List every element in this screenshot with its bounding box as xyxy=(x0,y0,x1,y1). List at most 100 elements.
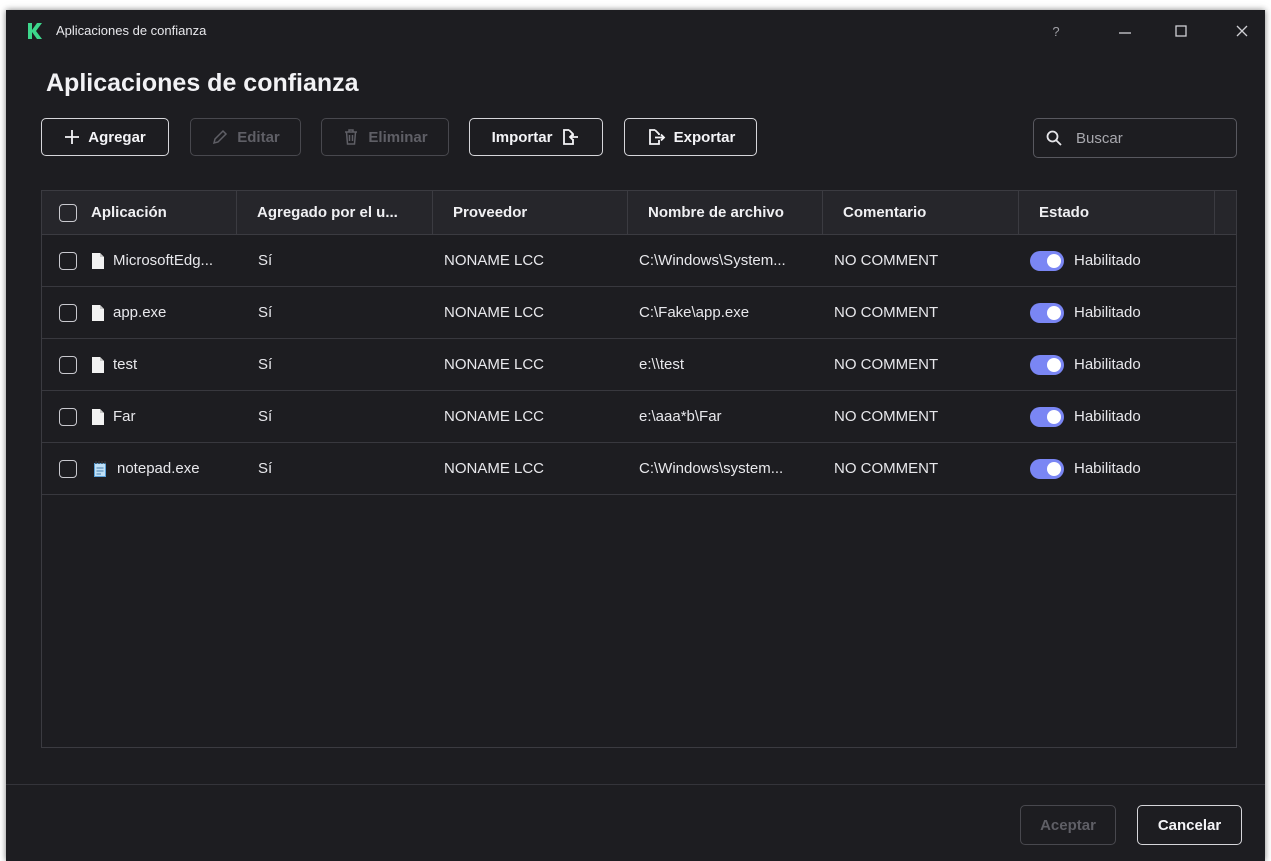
column-header-label: Agregado por el u... xyxy=(257,204,398,221)
status-label: Habilitado xyxy=(1074,252,1141,269)
column-header-comment[interactable]: Comentario xyxy=(823,191,1019,234)
added-by-user-cell: Sí xyxy=(258,356,273,373)
maximize-icon xyxy=(1175,25,1187,37)
added-by-user-cell: Sí xyxy=(258,408,273,425)
page-title: Aplicaciones de confianza xyxy=(46,69,359,97)
table-header: Aplicación Agregado por el u... Proveedo… xyxy=(42,191,1236,235)
application-cell: MicrosoftEdg... xyxy=(59,235,235,286)
apps-table: Aplicación Agregado por el u... Proveedo… xyxy=(41,190,1237,748)
title-bar: Aplicaciones de confianza ? xyxy=(6,10,1265,52)
status-cell: Habilitado xyxy=(1030,339,1210,390)
minimize-button[interactable] xyxy=(1110,18,1140,44)
status-cell: Habilitado xyxy=(1030,235,1210,286)
application-name: Far xyxy=(113,408,136,425)
maximize-button[interactable] xyxy=(1166,18,1196,44)
row-checkbox[interactable] xyxy=(59,459,77,478)
delete-button-label: Eliminar xyxy=(368,128,428,146)
file-icon xyxy=(92,304,104,321)
delete-button[interactable]: Eliminar xyxy=(321,118,449,156)
table-row[interactable]: Far Sí NONAME LCC e:\aaa*b\Far NO COMMEN… xyxy=(42,391,1236,443)
help-button[interactable]: ? xyxy=(1041,18,1071,44)
notepad-icon xyxy=(94,460,106,477)
application-cell: app.exe xyxy=(59,287,235,338)
table-row[interactable]: test Sí NONAME LCC e:\\test NO COMMENT H… xyxy=(42,339,1236,391)
table-row[interactable]: app.exe Sí NONAME LCC C:\Fake\app.exe NO… xyxy=(42,287,1236,339)
column-header-application[interactable]: Aplicación xyxy=(42,191,237,234)
edit-button-label: Editar xyxy=(237,128,280,146)
file-name-cell: C:\Windows\System... xyxy=(639,252,786,269)
status-label: Habilitado xyxy=(1074,460,1141,477)
status-toggle[interactable] xyxy=(1030,302,1064,323)
column-header-label: Nombre de archivo xyxy=(648,204,784,221)
status-label: Habilitado xyxy=(1074,408,1141,425)
vendor-cell: NONAME LCC xyxy=(444,460,545,477)
application-cell: notepad.exe xyxy=(59,443,235,494)
column-header-vendor[interactable]: Proveedor xyxy=(433,191,628,234)
application-name: notepad.exe xyxy=(117,460,200,477)
cancel-button[interactable]: Cancelar xyxy=(1137,805,1242,845)
select-all-checkbox[interactable] xyxy=(59,203,77,222)
comment-cell: NO COMMENT xyxy=(834,356,939,373)
status-toggle[interactable] xyxy=(1030,458,1064,479)
file-name-cell: e:\\test xyxy=(639,356,685,373)
accept-button[interactable]: Aceptar xyxy=(1020,805,1116,845)
vendor-cell: NONAME LCC xyxy=(444,252,545,269)
file-name-cell: e:\aaa*b\Far xyxy=(639,408,722,425)
vendor-cell: NONAME LCC xyxy=(444,356,545,373)
added-by-user-cell: Sí xyxy=(258,460,273,477)
trusted-apps-window: Aplicaciones de confianza ? Aplicaciones… xyxy=(6,10,1265,861)
row-checkbox[interactable] xyxy=(59,303,77,322)
status-cell: Habilitado xyxy=(1030,287,1210,338)
column-header-label: Aplicación xyxy=(91,204,167,221)
status-toggle[interactable] xyxy=(1030,406,1064,427)
search-box[interactable] xyxy=(1033,118,1237,158)
row-checkbox[interactable] xyxy=(59,355,77,374)
application-name: test xyxy=(113,356,138,373)
close-icon xyxy=(1236,25,1248,37)
comment-cell: NO COMMENT xyxy=(834,252,939,269)
status-cell: Habilitado xyxy=(1030,443,1210,494)
column-header-label: Estado xyxy=(1039,204,1090,221)
status-label: Habilitado xyxy=(1074,304,1141,321)
file-name-cell: C:\Windows\system... xyxy=(639,460,784,477)
file-icon xyxy=(92,252,104,269)
search-input[interactable] xyxy=(1074,128,1218,148)
table-row[interactable]: MicrosoftEdg... Sí NONAME LCC C:\Windows… xyxy=(42,235,1236,287)
comment-cell: NO COMMENT xyxy=(834,304,939,321)
status-toggle[interactable] xyxy=(1030,250,1064,271)
table-row[interactable]: notepad.exe Sí NONAME LCC C:\Windows\sys… xyxy=(42,443,1236,495)
status-toggle[interactable] xyxy=(1030,354,1064,375)
trash-icon xyxy=(345,129,358,145)
vendor-cell: NONAME LCC xyxy=(444,408,545,425)
comment-cell: NO COMMENT xyxy=(834,408,939,425)
plus-icon xyxy=(65,130,80,144)
column-header-label: Proveedor xyxy=(453,204,528,221)
added-by-user-cell: Sí xyxy=(258,252,273,269)
edit-button[interactable]: Editar xyxy=(190,118,301,156)
added-by-user-cell: Sí xyxy=(258,304,273,321)
footer-divider xyxy=(6,784,1265,785)
application-name: app.exe xyxy=(113,304,167,321)
export-button[interactable]: Exportar xyxy=(624,118,757,156)
column-header-added-by-user[interactable]: Agregado por el u... xyxy=(237,191,433,234)
status-cell: Habilitado xyxy=(1030,391,1210,442)
add-button-label: Agregar xyxy=(88,128,146,146)
close-button[interactable] xyxy=(1227,18,1257,44)
row-checkbox[interactable] xyxy=(59,407,77,426)
add-button[interactable]: Agregar xyxy=(41,118,169,156)
minimize-icon xyxy=(1119,32,1131,34)
export-button-label: Exportar xyxy=(673,128,736,146)
column-header-status[interactable]: Estado xyxy=(1019,191,1215,234)
column-header-file-name[interactable]: Nombre de archivo xyxy=(628,191,823,234)
application-cell: test xyxy=(59,339,235,390)
column-header-label: Comentario xyxy=(843,204,927,221)
status-label: Habilitado xyxy=(1074,356,1141,373)
application-cell: Far xyxy=(59,391,235,442)
export-icon xyxy=(648,129,665,145)
window-title: Aplicaciones de confianza xyxy=(56,23,207,38)
import-button-label: Importar xyxy=(491,128,553,146)
file-icon xyxy=(92,356,104,373)
row-checkbox[interactable] xyxy=(59,251,77,270)
import-button[interactable]: Importar xyxy=(469,118,603,156)
file-icon xyxy=(92,408,104,425)
